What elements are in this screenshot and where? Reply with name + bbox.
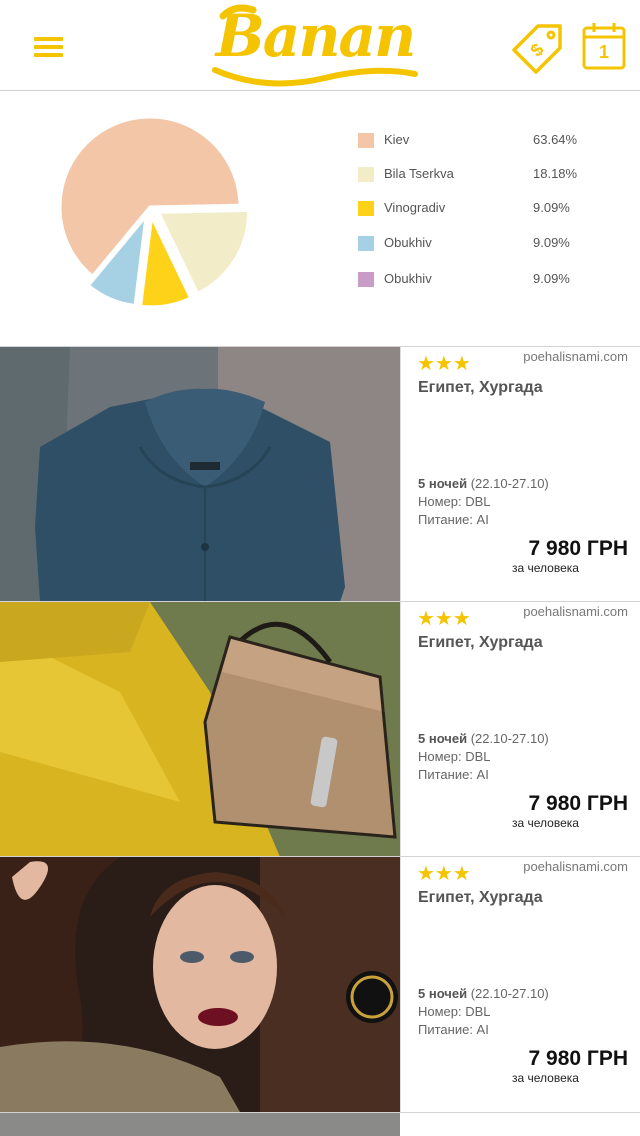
offer-meal: Питание: AI: [418, 1022, 489, 1037]
offer-price-unit: за человека: [512, 561, 579, 575]
offer-meal: Питание: AI: [418, 512, 489, 527]
offer-details: ★★★ poehalisnami.com Египет, Хургада 5 н…: [400, 857, 640, 1112]
rating-stars: ★★★: [417, 351, 471, 375]
legend-item: Obukhiv 9.09%: [358, 233, 618, 253]
offer-price-unit: за человека: [512, 1071, 579, 1085]
offer-meal: Питание: AI: [418, 767, 489, 782]
offer-card[interactable]: ★★★ poehalisnami.com Египет, Хургада 5 н…: [0, 856, 640, 1112]
offer-image-shirt[interactable]: [0, 347, 400, 602]
portrait-photo: [0, 857, 400, 1112]
offer-source-link[interactable]: poehalisnami.com: [523, 604, 628, 619]
offer-card[interactable]: ★★★ poehalisnami.com Египет, Хургада 5 н…: [0, 601, 640, 857]
offer-card[interactable]: ★★★ poehalisnami.com Египет, Хургада 5 н…: [0, 346, 640, 602]
nights-count: 5 ночей: [418, 476, 468, 491]
offer-price: 7 980 ГРН: [528, 792, 628, 815]
legend-item: Vinogradiv 9.09%: [358, 198, 618, 218]
legend-item: Obukhiv 9.09%: [358, 269, 618, 289]
hamburger-icon-line: [34, 37, 63, 41]
legend-swatch: [358, 236, 374, 251]
offer-details: ★★★ poehalisnami.com Египет, Хургада 5 н…: [400, 602, 640, 857]
legend-item: Bila Tserkva 18.18%: [358, 164, 618, 184]
hamburger-menu-button[interactable]: [34, 34, 64, 58]
calendar-badge-number: 1: [598, 42, 609, 62]
nights-count: 5 ночей: [418, 986, 468, 1001]
nights-count: 5 ночей: [418, 731, 468, 746]
rating-stars: ★★★: [417, 861, 471, 885]
offer-image-bag[interactable]: [0, 602, 400, 857]
shirt-photo: [0, 347, 400, 602]
offer-destination: Египет, Хургада: [418, 634, 543, 651]
logo-text: Banan: [215, 2, 417, 70]
offer-destination: Египет, Хургада: [418, 379, 543, 396]
nights-dates: (22.10-27.10): [467, 986, 549, 1001]
legend-swatch: [358, 167, 374, 182]
rating-stars: ★★★: [417, 606, 471, 630]
legend-value: 9.09%: [533, 271, 570, 286]
legend-label: Obukhiv: [384, 235, 432, 250]
offer-image-portrait[interactable]: [0, 857, 400, 1112]
city-distribution-chart: Kiev 63.64% Bila Tserkva 18.18% Vinograd…: [0, 92, 640, 346]
offer-image-partial[interactable]: [0, 1113, 400, 1136]
legend-value: 63.64%: [533, 132, 578, 147]
legend-label: Vinogradiv: [384, 200, 446, 215]
svg-text:$: $: [526, 39, 547, 60]
offer-room: Номер: DBL: [418, 494, 491, 509]
legend-swatch: [358, 133, 374, 148]
legend-value: 9.09%: [533, 200, 570, 215]
offer-source-link[interactable]: poehalisnami.com: [523, 859, 628, 874]
offer-room: Номер: DBL: [418, 749, 491, 764]
offer-price-unit: за человека: [512, 816, 579, 830]
bag-photo: [0, 602, 400, 857]
legend-swatch: [358, 272, 374, 287]
brand-logo[interactable]: Banan: [205, 0, 425, 90]
price-tag-button[interactable]: $: [508, 20, 566, 78]
offer-details: ★★★ poehalisnami.com Египет, Хургада 5 н…: [400, 347, 640, 602]
offer-nights: 5 ночей (22.10-27.10): [418, 731, 549, 746]
legend-swatch: [358, 201, 374, 216]
offer-source-link[interactable]: poehalisnami.com: [523, 349, 628, 364]
legend-value: 9.09%: [533, 235, 570, 250]
offer-room: Номер: DBL: [418, 1004, 491, 1019]
offer-price: 7 980 ГРН: [528, 537, 628, 560]
pie-chart: [58, 115, 251, 309]
hamburger-icon-line: [34, 53, 63, 57]
calendar-button[interactable]: 1: [582, 22, 626, 70]
legend-label: Obukhiv: [384, 271, 432, 286]
offer-price: 7 980 ГРН: [528, 1047, 628, 1070]
offer-destination: Египет, Хургада: [418, 889, 543, 906]
nights-dates: (22.10-27.10): [467, 731, 549, 746]
hamburger-icon-line: [34, 45, 63, 49]
price-tag-icon: $: [512, 24, 562, 74]
legend-label: Kiev: [384, 132, 410, 147]
legend-item: Kiev 63.64%: [358, 130, 618, 150]
nights-dates: (22.10-27.10): [467, 476, 549, 491]
offer-card-partial[interactable]: [0, 1112, 640, 1136]
offer-nights: 5 ночей (22.10-27.10): [418, 476, 549, 491]
app-header: Banan $ 1: [0, 0, 640, 91]
legend-value: 18.18%: [533, 166, 578, 181]
legend-label: Bila Tserkva: [384, 166, 454, 181]
offer-nights: 5 ночей (22.10-27.10): [418, 986, 549, 1001]
